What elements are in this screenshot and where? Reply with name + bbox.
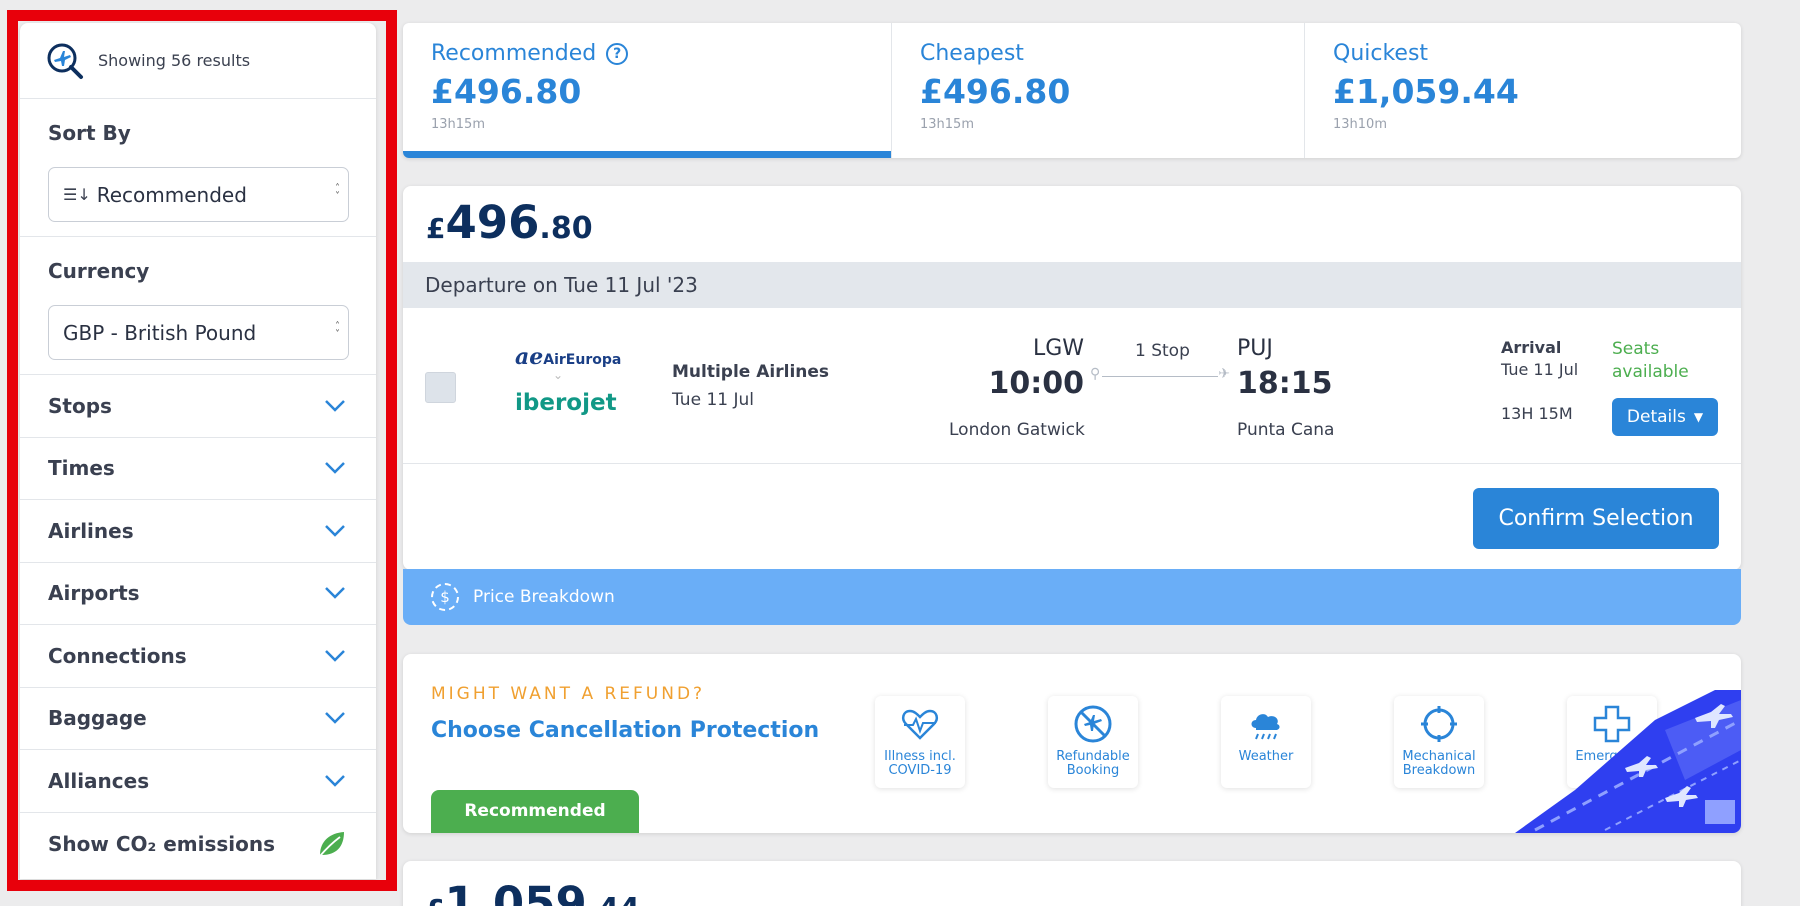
tab-price: £496.80 xyxy=(431,72,582,111)
tab-duration: 13h15m xyxy=(920,117,974,132)
airline-date: Tue 11 Jul xyxy=(672,390,754,410)
recommended-protection-button[interactable]: Recommended xyxy=(431,790,639,833)
iberojet-logo: iberojet xyxy=(515,390,617,416)
feature-weather: Weather xyxy=(1221,696,1311,788)
price-currency: £ xyxy=(426,212,446,245)
confirm-selection-button[interactable]: Confirm Selection xyxy=(1473,488,1719,549)
airport-illustration xyxy=(1515,690,1741,833)
flight-segment: aeAirEuropa ⌄ iberojet Multiple Airlines… xyxy=(403,308,1741,464)
sidebar-highlight-frame xyxy=(7,10,397,891)
feature-label: Weather xyxy=(1238,749,1294,764)
heart-pulse-icon xyxy=(901,709,939,740)
price-whole: 496 xyxy=(445,196,540,249)
route-divider xyxy=(1102,376,1218,377)
sort-tabs: Recommended? £496.80 13h15m Cheapest £49… xyxy=(403,23,1741,158)
arrival-time: 18:15 xyxy=(1237,366,1333,401)
airline-name: Multiple Airlines xyxy=(672,362,830,382)
rain-cloud-icon xyxy=(1251,714,1280,740)
cancellation-protection-banner: MIGHT WANT A REFUND? Choose Cancellation… xyxy=(403,654,1741,833)
chevron-down-icon: ▼ xyxy=(1693,410,1704,424)
tab-price: £1,059.44 xyxy=(1333,72,1519,111)
arrival-date: Tue 11 Jul xyxy=(1501,360,1579,379)
chevron-down-icon: ⌄ xyxy=(553,368,564,382)
tab-cheapest[interactable]: Cheapest £496.80 13h15m xyxy=(892,23,1305,158)
departure-bar: Departure on Tue 11 Jul '23 xyxy=(403,262,1741,308)
refund-kicker: MIGHT WANT A REFUND? xyxy=(431,684,706,704)
dollar-icon: $ xyxy=(431,583,459,611)
feature-label: Mechanical Breakdown xyxy=(1402,749,1476,778)
origin-code: LGW xyxy=(1032,336,1084,361)
aireuropa-logo-text: AirEuropa xyxy=(543,352,622,368)
destination-city: Punta Cana xyxy=(1237,420,1335,440)
feature-mechanical: Mechanical Breakdown xyxy=(1394,696,1484,788)
route-line: ⚲ ✈ xyxy=(1090,366,1230,386)
price-whole: 1,059 xyxy=(444,877,587,906)
flight-price: £496.80 xyxy=(403,186,1741,262)
tab-recommended[interactable]: Recommended? £496.80 13h15m xyxy=(403,23,892,158)
aireuropa-logo: aeAirEuropa xyxy=(515,344,622,370)
price-decimal: .80 xyxy=(539,211,593,246)
tab-label: Cheapest xyxy=(920,41,1024,66)
plane-icon: ✈ xyxy=(1218,366,1230,382)
price-decimal: .44 xyxy=(587,892,640,906)
tab-price: £496.80 xyxy=(920,72,1071,111)
feature-refundable: Refundable Booking xyxy=(1048,696,1138,788)
arrival-label: Arrival xyxy=(1501,338,1562,357)
price-breakdown-toggle[interactable]: $ Price Breakdown xyxy=(403,569,1741,625)
tab-quickest[interactable]: Quickest £1,059.44 13h10m xyxy=(1305,23,1741,158)
flight-result-card: £496.80 Departure on Tue 11 Jul '23 aeAi… xyxy=(403,186,1741,570)
seats-available-status: Seats available xyxy=(1612,339,1689,382)
select-flight-checkbox[interactable] xyxy=(425,372,456,403)
price-currency: £ xyxy=(425,893,444,906)
no-flight-icon xyxy=(1074,705,1112,743)
destination-code: PUJ xyxy=(1237,336,1273,361)
next-flight-card: £1,059.44 xyxy=(403,861,1741,906)
departure-time: 10:00 xyxy=(988,366,1085,401)
stops-count: 1 Stop xyxy=(1135,341,1190,361)
feature-label: Illness incl. COVID-19 xyxy=(884,749,956,778)
tab-label: Quickest xyxy=(1333,41,1429,66)
details-button[interactable]: Details ▼ xyxy=(1612,398,1718,436)
gear-refresh-icon xyxy=(1421,706,1457,742)
origin-city: London Gatwick xyxy=(949,420,1085,440)
confirm-area: Confirm Selection xyxy=(403,464,1741,570)
location-pin-icon: ⚲ xyxy=(1090,366,1101,382)
tab-duration: 13h15m xyxy=(431,117,485,132)
price-breakdown-label: Price Breakdown xyxy=(473,587,615,607)
feature-illness: Illness incl. COVID-19 xyxy=(875,696,965,788)
feature-label: Refundable Booking xyxy=(1056,749,1130,778)
protection-title: Choose Cancellation Protection xyxy=(431,718,820,743)
details-label: Details xyxy=(1626,407,1686,427)
help-icon[interactable]: ? xyxy=(606,42,629,65)
tab-duration: 13h10m xyxy=(1333,117,1387,132)
tab-label: Recommended xyxy=(431,41,597,66)
flight-duration: 13H 15M xyxy=(1501,404,1573,423)
